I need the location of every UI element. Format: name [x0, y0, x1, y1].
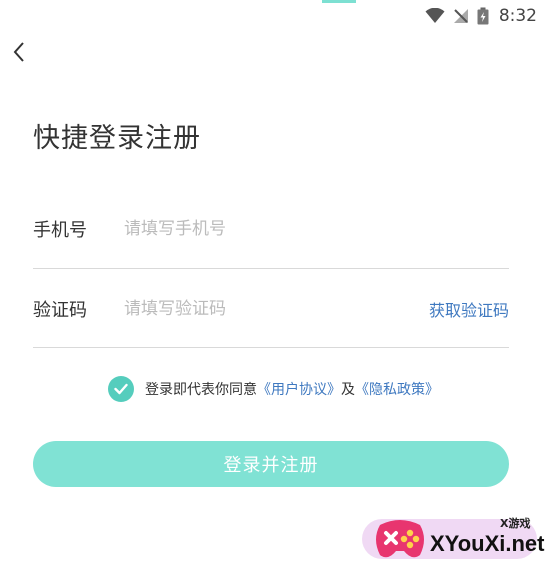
agreement-text: 登录即代表你同意: [145, 382, 257, 398]
get-code-button[interactable]: 获取验证码: [429, 297, 509, 321]
watermark: X游戏 XYouXi.net: [352, 505, 545, 570]
privacy-policy-link[interactable]: 《隐私政策》: [355, 379, 439, 399]
agreement-conjunction: 及: [341, 382, 355, 398]
login-register-button[interactable]: 登录并注册: [33, 441, 509, 487]
page-title: 快捷登录注册: [33, 123, 201, 154]
phone-input[interactable]: [124, 213, 509, 245]
agreement-row: 登录即代表你同意 《用户协议》 及 《隐私政策》: [108, 376, 439, 402]
status-time: 8:32: [498, 6, 537, 26]
watermark-site: XYouXi.net: [430, 531, 545, 556]
gamepad-logo-icon: [370, 515, 430, 567]
code-row: 验证码 获取验证码: [33, 289, 509, 329]
code-input[interactable]: [124, 293, 429, 325]
divider: [33, 347, 509, 348]
battery-charging-icon: [477, 7, 489, 25]
login-screen: 8:32 快捷登录注册 手机号 验证码 获取验证码 登录即代表你同意 《用户协议…: [0, 0, 545, 570]
chevron-left-icon: [12, 41, 26, 67]
agree-checkbox[interactable]: [108, 376, 134, 402]
status-accent-bar: [322, 0, 356, 3]
checkmark-icon: [114, 380, 128, 399]
divider: [33, 268, 509, 269]
user-agreement-link[interactable]: 《用户协议》: [257, 379, 341, 399]
watermark-tag: X游戏: [500, 517, 531, 530]
status-bar: 8:32: [425, 4, 537, 28]
wifi-icon: [425, 8, 445, 24]
phone-row: 手机号: [33, 209, 509, 249]
code-label: 验证码: [33, 300, 87, 321]
phone-label: 手机号: [33, 220, 87, 241]
no-signal-icon: [453, 8, 469, 24]
back-button[interactable]: [6, 40, 32, 68]
